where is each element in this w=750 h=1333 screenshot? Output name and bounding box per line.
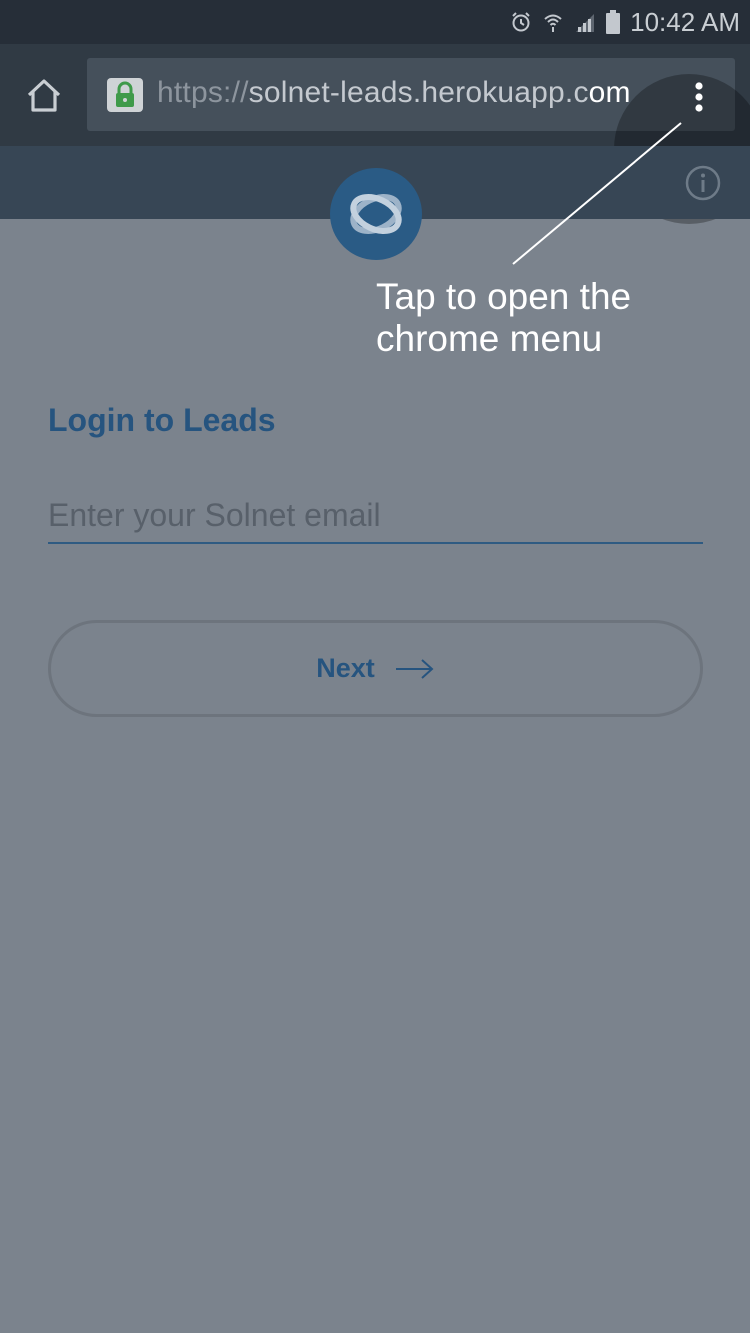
hint-line-1: Tap to open the xyxy=(376,276,632,317)
info-icon xyxy=(684,165,722,206)
status-icons: 10:42 AM xyxy=(510,0,740,44)
next-label: Next xyxy=(316,653,375,683)
hint-line-2: chrome menu xyxy=(376,318,603,359)
logo-icon xyxy=(330,168,422,260)
home-icon xyxy=(22,79,66,122)
arrow-right-icon xyxy=(395,657,435,681)
email-input[interactable] xyxy=(48,488,703,544)
status-bar: 10:42 AM xyxy=(0,0,750,44)
url-host: solnet-leads.herokuapp.c xyxy=(248,76,589,109)
home-button[interactable] xyxy=(22,74,66,118)
signal-icon xyxy=(574,11,596,33)
browser-toolbar: https://solnet-leads.herokuapp.com xyxy=(0,44,750,224)
more-vert-icon xyxy=(682,82,716,122)
url-scheme: https:// xyxy=(157,76,249,109)
chrome-menu-button[interactable] xyxy=(682,78,716,118)
next-button[interactable]: Next xyxy=(48,620,703,717)
wifi-icon xyxy=(542,11,564,33)
login-title: Login to Leads xyxy=(48,402,276,438)
lock-icon xyxy=(107,78,143,112)
alarm-icon xyxy=(510,11,532,33)
url-text: https://solnet-leads.herokuapp.com xyxy=(157,76,631,110)
hint-text: Tap to open the chrome menu xyxy=(376,276,706,360)
battery-icon xyxy=(606,10,621,34)
info-button[interactable] xyxy=(684,164,722,202)
url-tail: om xyxy=(588,76,631,109)
status-time: 10:42 AM xyxy=(630,6,740,37)
